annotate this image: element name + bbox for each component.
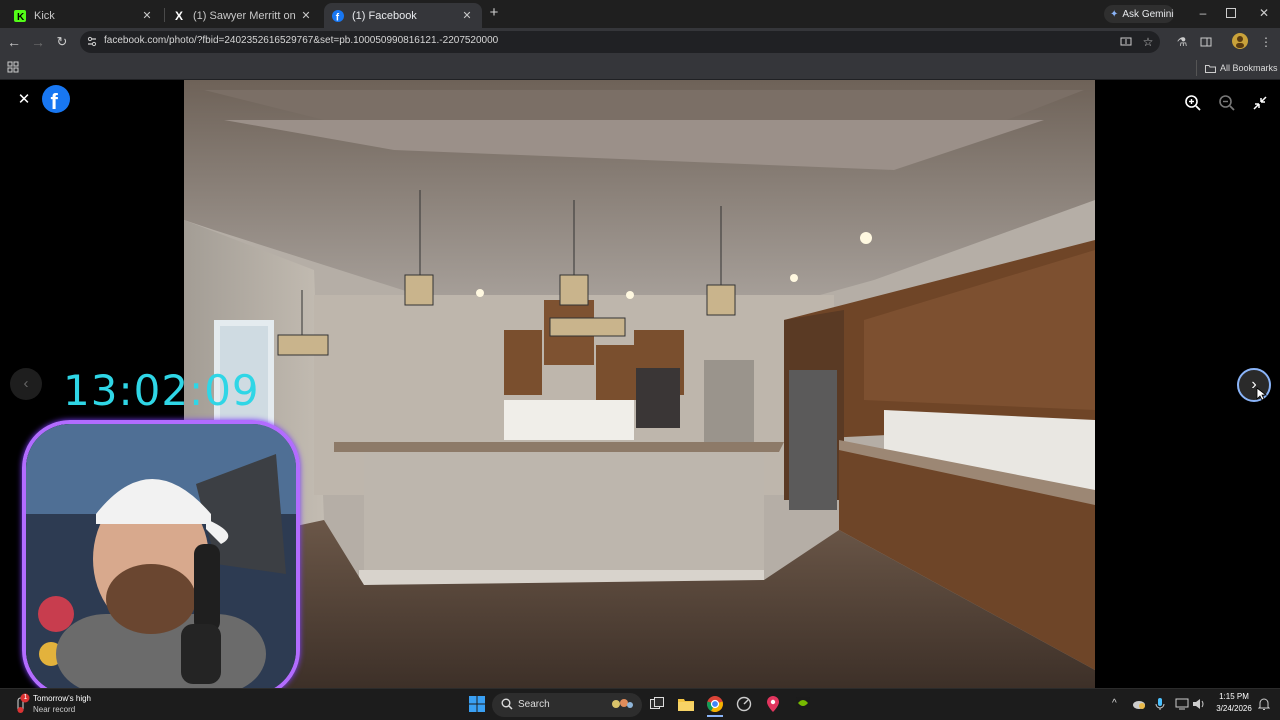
close-viewer-icon[interactable]: ✕ <box>16 92 32 108</box>
tray-cloud-icon[interactable] <box>1132 698 1146 710</box>
close-tab-icon[interactable]: ✕ <box>140 9 154 23</box>
apps-grid-icon[interactable] <box>7 61 19 73</box>
map-pin-icon[interactable] <box>766 695 780 713</box>
gemini-sparkle-icon: ✦ <box>1110 8 1119 20</box>
ask-gemini-button[interactable]: ✦ Ask Gemini <box>1104 5 1174 23</box>
kitchen-photo[interactable] <box>184 80 1095 688</box>
zoom-out-icon[interactable] <box>1218 94 1236 112</box>
tab-title: Kick <box>34 9 55 22</box>
clock-time[interactable]: 1:15 PM <box>1212 692 1256 701</box>
ask-gemini-label: Ask Gemini <box>1122 8 1174 20</box>
new-tab-icon[interactable]: + <box>486 5 502 21</box>
chrome-taskbar-icon[interactable] <box>707 696 723 717</box>
weather-badge: 1 <box>23 694 28 701</box>
tab-title: (1) Facebook <box>352 9 417 22</box>
weather-subtitle: Near record <box>33 705 76 714</box>
taskbar-search[interactable]: Search <box>492 693 642 717</box>
nvidia-icon[interactable] <box>796 697 810 709</box>
back-icon[interactable]: ← <box>6 34 22 50</box>
bookmark-star-icon[interactable]: ☆ <box>1140 34 1156 50</box>
restore-icon[interactable] <box>1226 8 1236 18</box>
close-tab-icon[interactable]: ✕ <box>460 9 474 23</box>
task-view-icon[interactable] <box>650 697 664 711</box>
webcam-overlay <box>22 420 300 698</box>
address-bar[interactable]: facebook.com/photo/?fbid=240235261652976… <box>80 31 1160 53</box>
search-label: Search <box>518 699 550 710</box>
tab-facebook[interactable]: f (1) Facebook ✕ <box>324 3 482 28</box>
svg-text:K: K <box>17 12 25 22</box>
chevron-left-icon: ‹ <box>23 375 29 392</box>
all-bookmarks-button[interactable]: All Bookmarks <box>1196 60 1278 76</box>
reload-icon[interactable]: ↻ <box>54 34 70 50</box>
weather-widget-icon[interactable]: 1 <box>12 693 30 715</box>
network-icon[interactable] <box>1175 697 1189 711</box>
app-dial-icon[interactable] <box>736 696 752 712</box>
tray-overflow-icon[interactable]: ^ <box>1112 698 1117 709</box>
windows-taskbar: 1 Tomorrow's high Near record Search ^ 1… <box>0 688 1280 720</box>
url-text: facebook.com/photo/?fbid=240235261652976… <box>104 35 499 46</box>
menu-kebab-icon[interactable]: ⋮ <box>1258 34 1274 50</box>
microphone-icon[interactable] <box>1155 697 1165 711</box>
minimize-icon[interactable]: – <box>1196 6 1210 20</box>
tab-x-post[interactable]: X (1) Sawyer Merritt on X: "Holy m ✕ <box>165 3 321 28</box>
notifications-icon[interactable] <box>1258 697 1270 711</box>
tab-title: (1) Sawyer Merritt on X: "Holy m <box>193 9 299 22</box>
side-panel-icon[interactable] <box>1198 34 1214 50</box>
forward-icon[interactable]: → <box>30 34 46 50</box>
volume-icon[interactable] <box>1192 697 1206 711</box>
file-explorer-icon[interactable] <box>678 697 694 711</box>
bookmarks-bar: All Bookmarks <box>0 56 1280 80</box>
exit-fullscreen-icon[interactable] <box>1252 95 1268 111</box>
folder-icon <box>1205 64 1216 73</box>
kick-icon: K <box>14 9 26 22</box>
weather-title: Tomorrow's high <box>33 694 91 703</box>
all-bookmarks-label: All Bookmarks <box>1220 63 1278 73</box>
clock-date[interactable]: 3/24/2026 <box>1210 704 1258 713</box>
install-app-icon[interactable] <box>1118 34 1134 50</box>
mouse-cursor-icon <box>1256 387 1268 401</box>
previous-photo-button[interactable]: ‹ <box>10 368 42 400</box>
profile-avatar[interactable] <box>1232 33 1248 49</box>
x-logo-icon: X <box>174 8 183 23</box>
close-tab-icon[interactable]: ✕ <box>299 9 313 23</box>
svg-text:f: f <box>51 89 59 113</box>
facebook-icon: f <box>332 9 344 22</box>
stream-timer: 13:02:09 <box>63 366 260 415</box>
facebook-logo[interactable]: f <box>42 85 70 113</box>
zoom-in-icon[interactable] <box>1184 94 1202 112</box>
start-button[interactable] <box>469 696 485 712</box>
tab-kick[interactable]: K Kick ✕ <box>6 3 162 28</box>
search-highlight-icon <box>610 697 634 711</box>
window-close-icon[interactable]: ✕ <box>1257 6 1271 20</box>
search-icon <box>501 698 513 710</box>
site-info-icon[interactable] <box>84 34 100 50</box>
extensions-icon[interactable]: ⚗ <box>1174 34 1190 50</box>
tab-strip: K Kick ✕ X (1) Sawyer Merritt on X: "Hol… <box>0 0 1280 28</box>
browser-toolbar: ← → ↻ facebook.com/photo/?fbid=240235261… <box>0 28 1280 56</box>
